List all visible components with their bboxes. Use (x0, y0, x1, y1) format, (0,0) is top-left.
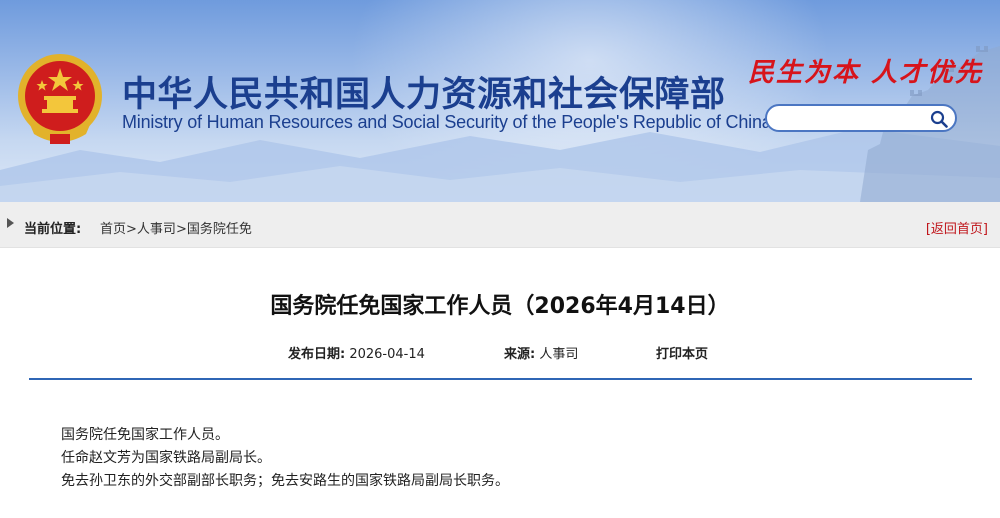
breadcrumb-label: 当前位置: (24, 222, 82, 237)
header-banner: 中华人民共和国人力资源和社会保障部 Ministry of Human Reso… (0, 0, 1000, 202)
print-area: 打印本页 (656, 343, 708, 362)
site-title-chinese: 中华人民共和国人力资源和社会保障部 (122, 75, 726, 115)
source-value: 人事司 (539, 347, 579, 362)
title-divider (29, 378, 972, 380)
search-icon[interactable] (929, 109, 949, 129)
search-input[interactable] (777, 109, 931, 129)
article-body: 国务院任免国家工作人员。 任命赵文芳为国家铁路局副局长。 免去孙卫东的外交部副部… (61, 424, 509, 493)
article-paragraph: 国务院任免国家工作人员。 (61, 427, 229, 443)
breadcrumb-separator: > (175, 222, 187, 237)
print-page-link[interactable]: 打印本页 (656, 347, 708, 362)
triangle-right-icon (7, 218, 14, 228)
publish-date: 发布日期: 2026-04-14 (288, 343, 425, 362)
breadcrumb-separator: > (126, 222, 137, 237)
site-slogan: 民生为本 人才优先 (748, 58, 984, 88)
breadcrumb-bar: 当前位置: 首页>人事司>国务院任免 [返回首页] (0, 202, 1000, 248)
article-title: 国务院任免国家工作人员（2026年4月14日） (270, 294, 730, 319)
breadcrumb-item-state-council-appointments[interactable]: 国务院任免 (187, 222, 252, 237)
publish-date-value: 2026-04-14 (349, 347, 425, 362)
search-box (765, 104, 957, 132)
breadcrumb-item-personnel-dept[interactable]: 人事司 (137, 222, 176, 237)
source-label: 来源: (504, 347, 536, 362)
back-to-home-link[interactable]: [返回首页] (926, 218, 988, 237)
article-paragraph: 免去孙卫东的外交部副部长职务；免去安路生的国家铁路局副局长职务。 (61, 473, 509, 489)
breadcrumb-item-home[interactable]: 首页 (100, 222, 126, 237)
article-paragraph: 任命赵文芳为国家铁路局副局长。 (61, 450, 271, 466)
site-title-english: Ministry of Human Resources and Social S… (122, 112, 772, 132)
article-source: 来源: 人事司 (504, 343, 578, 362)
national-emblem-icon (18, 54, 102, 144)
publish-date-label: 发布日期: (288, 347, 346, 362)
breadcrumb: 首页>人事司>国务院任免 (100, 218, 252, 237)
